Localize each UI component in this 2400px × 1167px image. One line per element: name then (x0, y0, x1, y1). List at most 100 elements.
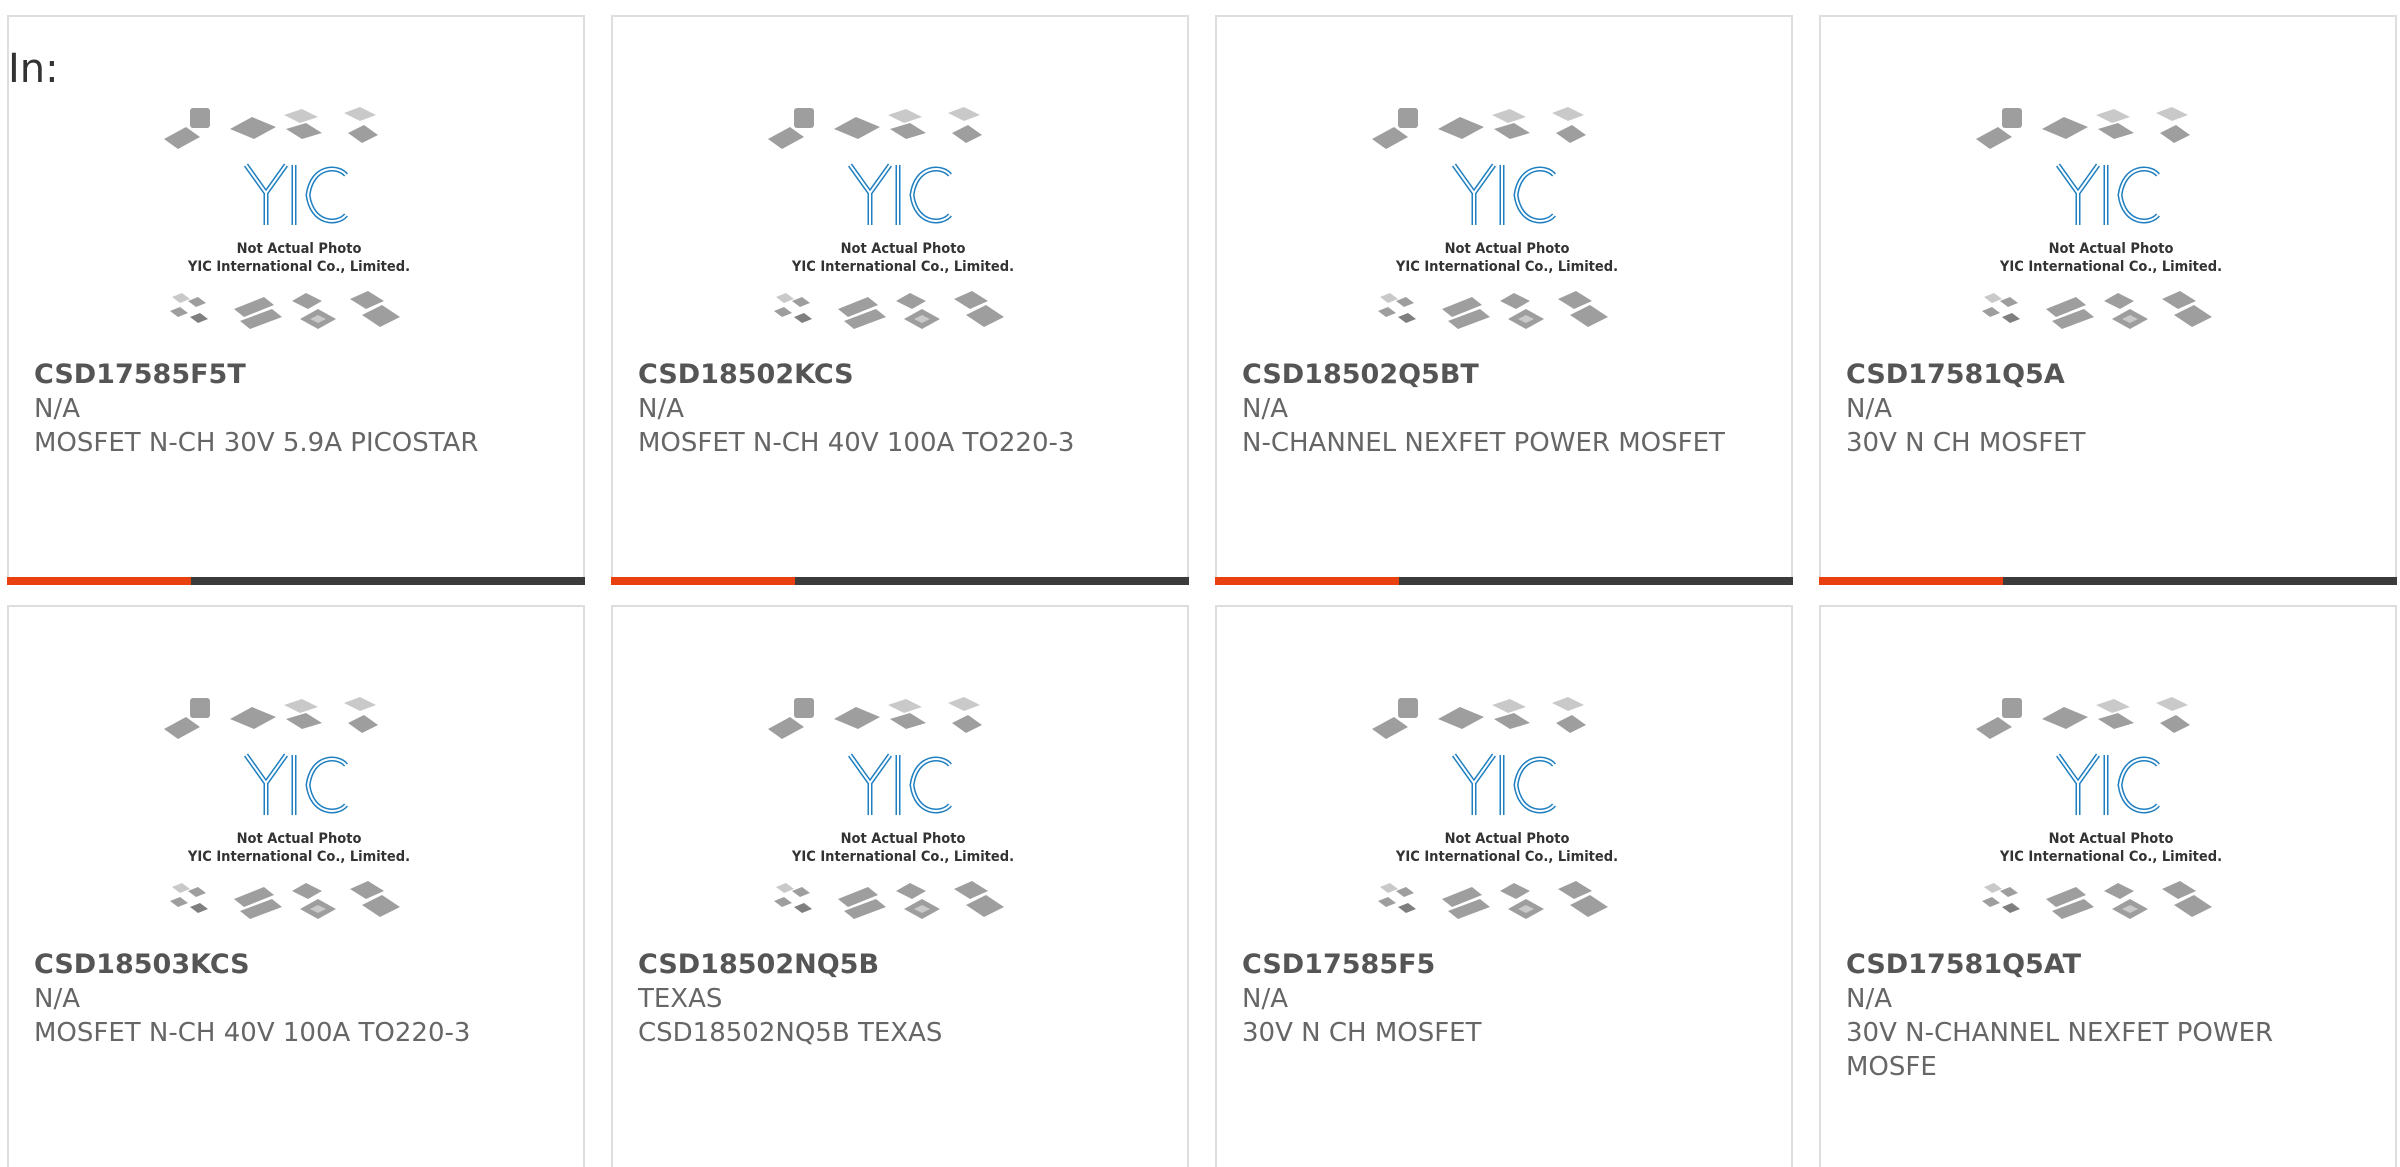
not-actual-photo-image: Not Actual Photo YIC International Co., L… (768, 107, 1014, 329)
product-thumbnail[interactable]: Not Actual Photo YIC International Co., L… (1372, 695, 1642, 957)
ic-packages-bottom-icon (774, 291, 1004, 329)
ic-packages-icon (768, 107, 982, 149)
ic-packages-icon (768, 697, 982, 739)
not-actual-photo-image: Not Actual Photo YIC International Co., L… (1372, 107, 1618, 329)
card-footer-bar (1819, 577, 2397, 585)
product-info: CSD18502NQ5B TEXAS CSD18502NQ5B TEXAS (638, 948, 1158, 1050)
card-footer-bar (7, 577, 585, 585)
product-card[interactable]: Not Actual Photo YIC International Co., L… (1819, 605, 2397, 1167)
ic-packages-bottom-icon (1378, 881, 1608, 919)
manufacturer-label: N/A (1242, 984, 1288, 1014)
not-actual-photo-image: Not Actual Photo YIC International Co., L… (768, 697, 1014, 919)
yic-logo-icon (2055, 163, 2160, 225)
ic-packages-bottom-icon (170, 291, 400, 329)
card-footer-bar (611, 577, 1189, 585)
card-accent-bar (1819, 577, 2003, 585)
not-actual-photo-image: Not Actual Photo YIC International Co., L… (1976, 697, 2222, 919)
manufacturer-label: TEXAS (638, 984, 723, 1014)
ic-packages-bottom-icon (774, 881, 1004, 919)
product-card[interactable]: Not Actual Photo YIC International Co., L… (611, 15, 1189, 585)
ic-packages-icon (1976, 697, 2190, 739)
ic-packages-icon (1372, 107, 1586, 149)
card-accent-bar (611, 577, 795, 585)
company-caption: YIC International Co., Limited. (1395, 259, 1618, 275)
not-actual-photo-image: Not Actual Photo YIC International Co., L… (164, 697, 410, 919)
ic-packages-bottom-icon (1982, 881, 2212, 919)
yic-logo-icon (847, 163, 952, 225)
ic-packages-icon (164, 697, 378, 739)
ic-packages-bottom-icon (170, 881, 400, 919)
product-info: CSD17581Q5A N/A 30V N CH MOSFET (1846, 358, 2366, 460)
not-actual-photo-image: Not Actual Photo YIC International Co., L… (164, 107, 410, 329)
product-card[interactable]: Not Actual Photo YIC International Co., L… (1215, 605, 1793, 1167)
manufacturer-label: N/A (1846, 394, 1892, 424)
yic-logo-icon (243, 753, 348, 815)
product-thumbnail[interactable]: Not Actual Photo YIC International Co., L… (1976, 105, 2246, 367)
product-info: CSD17585F5T N/A MOSFET N-CH 30V 5.9A PIC… (34, 358, 554, 460)
product-thumbnail[interactable]: Not Actual Photo YIC International Co., L… (1976, 695, 2246, 957)
part-number-link[interactable]: CSD17581Q5AT (1846, 948, 2366, 982)
product-card[interactable]: Not Actual Photo YIC International Co., L… (1819, 15, 2397, 585)
manufacturer-label: N/A (638, 394, 684, 424)
part-number-link[interactable]: CSD18502Q5BT (1242, 358, 1762, 392)
card-accent-bar (7, 577, 191, 585)
not-actual-photo-caption: Not Actual Photo (237, 831, 362, 847)
not-actual-photo-caption: Not Actual Photo (2049, 241, 2174, 257)
part-number-link[interactable]: CSD18502NQ5B (638, 948, 1158, 982)
description-label: MOSFET N-CH 40V 100A TO220-3 (638, 428, 1075, 458)
yic-logo-icon (243, 163, 348, 225)
company-caption: YIC International Co., Limited. (1395, 849, 1618, 865)
company-caption: YIC International Co., Limited. (187, 849, 410, 865)
not-actual-photo-caption: Not Actual Photo (1445, 831, 1570, 847)
product-thumbnail[interactable]: Not Actual Photo YIC International Co., L… (768, 695, 1038, 957)
manufacturer-label: N/A (1242, 394, 1288, 424)
product-listing-page: In: Not Actual Photo YIC International Co… (0, 0, 2400, 1167)
description-label: N-CHANNEL NEXFET POWER MOSFET (1242, 428, 1725, 458)
part-number-link[interactable]: CSD17585F5 (1242, 948, 1762, 982)
product-thumbnail[interactable]: Not Actual Photo YIC International Co., L… (164, 695, 434, 957)
part-number-link[interactable]: CSD18502KCS (638, 358, 1158, 392)
product-card[interactable]: Not Actual Photo YIC International Co., L… (7, 15, 585, 585)
manufacturer-label: N/A (1846, 984, 1892, 1014)
not-actual-photo-caption: Not Actual Photo (2049, 831, 2174, 847)
part-number-link[interactable]: CSD18503KCS (34, 948, 554, 982)
product-card[interactable]: Not Actual Photo YIC International Co., L… (1215, 15, 1793, 585)
product-thumbnail[interactable]: Not Actual Photo YIC International Co., L… (164, 105, 434, 367)
manufacturer-label: N/A (34, 394, 80, 424)
card-footer-bar (1215, 577, 1793, 585)
product-info: CSD17581Q5AT N/A 30V N-CHANNEL NEXFET PO… (1846, 948, 2366, 1084)
not-actual-photo-image: Not Actual Photo YIC International Co., L… (1976, 107, 2222, 329)
ic-packages-icon (164, 107, 378, 149)
product-card[interactable]: Not Actual Photo YIC International Co., L… (7, 605, 585, 1167)
not-actual-photo-caption: Not Actual Photo (841, 831, 966, 847)
product-info: CSD18502KCS N/A MOSFET N-CH 40V 100A TO2… (638, 358, 1158, 460)
part-number-link[interactable]: CSD17585F5T (34, 358, 554, 392)
description-label: 30V N-CHANNEL NEXFET POWER MOSFE (1846, 1018, 2274, 1082)
product-info: CSD17585F5 N/A 30V N CH MOSFET (1242, 948, 1762, 1050)
ic-packages-icon (1976, 107, 2190, 149)
product-thumbnail[interactable]: Not Actual Photo YIC International Co., L… (1372, 105, 1642, 367)
description-label: 30V N CH MOSFET (1242, 1018, 1482, 1048)
company-caption: YIC International Co., Limited. (791, 849, 1014, 865)
product-card[interactable]: Not Actual Photo YIC International Co., L… (611, 605, 1189, 1167)
description-label: MOSFET N-CH 40V 100A TO220-3 (34, 1018, 471, 1048)
not-actual-photo-caption: Not Actual Photo (841, 241, 966, 257)
part-number-link[interactable]: CSD17581Q5A (1846, 358, 2366, 392)
ic-packages-bottom-icon (1378, 291, 1608, 329)
card-accent-bar (1215, 577, 1399, 585)
company-caption: YIC International Co., Limited. (1999, 259, 2222, 275)
ic-packages-bottom-icon (1982, 291, 2212, 329)
company-caption: YIC International Co., Limited. (791, 259, 1014, 275)
company-caption: YIC International Co., Limited. (1999, 849, 2222, 865)
company-caption: YIC International Co., Limited. (187, 259, 410, 275)
ic-packages-icon (1372, 697, 1586, 739)
description-label: MOSFET N-CH 30V 5.9A PICOSTAR (34, 428, 479, 458)
yic-logo-icon (1451, 163, 1556, 225)
product-info: CSD18502Q5BT N/A N-CHANNEL NEXFET POWER … (1242, 358, 1762, 460)
yic-logo-icon (1451, 753, 1556, 815)
yic-logo-icon (2055, 753, 2160, 815)
not-actual-photo-caption: Not Actual Photo (237, 241, 362, 257)
not-actual-photo-caption: Not Actual Photo (1445, 241, 1570, 257)
yic-logo-icon (847, 753, 952, 815)
product-thumbnail[interactable]: Not Actual Photo YIC International Co., L… (768, 105, 1038, 367)
